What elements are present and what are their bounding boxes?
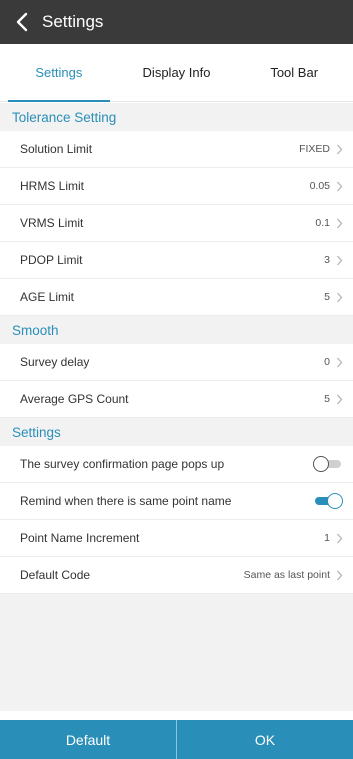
row-value: 0.05 xyxy=(309,180,330,192)
row-label: Remind when there is same point name xyxy=(20,494,232,508)
chevron-right-icon xyxy=(337,292,343,302)
ok-button[interactable]: OK xyxy=(177,720,353,759)
default-button[interactable]: Default xyxy=(0,720,176,759)
tab-settings[interactable]: Settings xyxy=(0,44,118,102)
row-vrms-limit[interactable]: VRMS Limit 0.1 xyxy=(0,205,353,242)
row-label: Average GPS Count xyxy=(20,392,129,406)
chevron-right-icon xyxy=(337,570,343,580)
toggle-knob xyxy=(327,493,343,509)
row-same-point-name-reminder: Remind when there is same point name xyxy=(0,483,353,520)
chevron-right-icon xyxy=(337,144,343,154)
row-survey-confirmation-popup: The survey confirmation page pops up xyxy=(0,446,353,483)
section-header-settings: Settings xyxy=(0,418,353,446)
row-value: 5 xyxy=(324,393,330,405)
toggle-knob xyxy=(313,456,329,472)
row-label: Point Name Increment xyxy=(20,531,140,545)
same-point-name-toggle[interactable] xyxy=(313,493,343,509)
row-label: PDOP Limit xyxy=(20,253,83,267)
chevron-right-icon xyxy=(337,255,343,265)
row-value: FIXED xyxy=(299,143,330,155)
row-label: Survey delay xyxy=(20,355,90,369)
row-value: 3 xyxy=(324,254,330,266)
title-bar: Settings xyxy=(0,0,353,44)
row-survey-delay[interactable]: Survey delay 0 xyxy=(0,344,353,381)
row-value: Same as last point xyxy=(243,569,330,581)
survey-confirmation-toggle[interactable] xyxy=(313,456,343,472)
row-label: AGE Limit xyxy=(20,290,75,304)
row-value: 0.1 xyxy=(315,217,330,229)
row-pdop-limit[interactable]: PDOP Limit 3 xyxy=(0,242,353,279)
back-button[interactable] xyxy=(0,0,44,44)
settings-content: Tolerance Setting Solution Limit FIXED H… xyxy=(0,103,353,711)
tab-display-info[interactable]: Display Info xyxy=(118,44,236,101)
row-label: The survey confirmation page pops up xyxy=(20,457,225,471)
chevron-right-icon xyxy=(337,533,343,543)
row-label: HRMS Limit xyxy=(20,179,85,193)
row-label: VRMS Limit xyxy=(20,216,84,230)
footer-actions: Default OK xyxy=(0,720,353,759)
row-solution-limit[interactable]: Solution Limit FIXED xyxy=(0,131,353,168)
chevron-right-icon xyxy=(337,357,343,367)
row-average-gps-count[interactable]: Average GPS Count 5 xyxy=(0,381,353,418)
row-value: 5 xyxy=(324,291,330,303)
row-label: Default Code xyxy=(20,568,91,582)
chevron-right-icon xyxy=(337,181,343,191)
row-value: 1 xyxy=(324,532,330,544)
row-default-code[interactable]: Default Code Same as last point xyxy=(0,557,353,594)
row-hrms-limit[interactable]: HRMS Limit 0.05 xyxy=(0,168,353,205)
row-age-limit[interactable]: AGE Limit 5 xyxy=(0,279,353,316)
section-header-smooth: Smooth xyxy=(0,316,353,344)
section-header-tolerance: Tolerance Setting xyxy=(0,103,353,131)
tab-tool-bar[interactable]: Tool Bar xyxy=(235,44,353,101)
row-label: Solution Limit xyxy=(20,142,93,156)
tab-bar: Settings Display Info Tool Bar xyxy=(0,44,353,102)
page-title: Settings xyxy=(42,12,104,31)
row-point-name-increment[interactable]: Point Name Increment 1 xyxy=(0,520,353,557)
row-value: 0 xyxy=(324,356,330,368)
chevron-left-icon xyxy=(16,12,28,32)
chevron-right-icon xyxy=(337,218,343,228)
chevron-right-icon xyxy=(337,394,343,404)
